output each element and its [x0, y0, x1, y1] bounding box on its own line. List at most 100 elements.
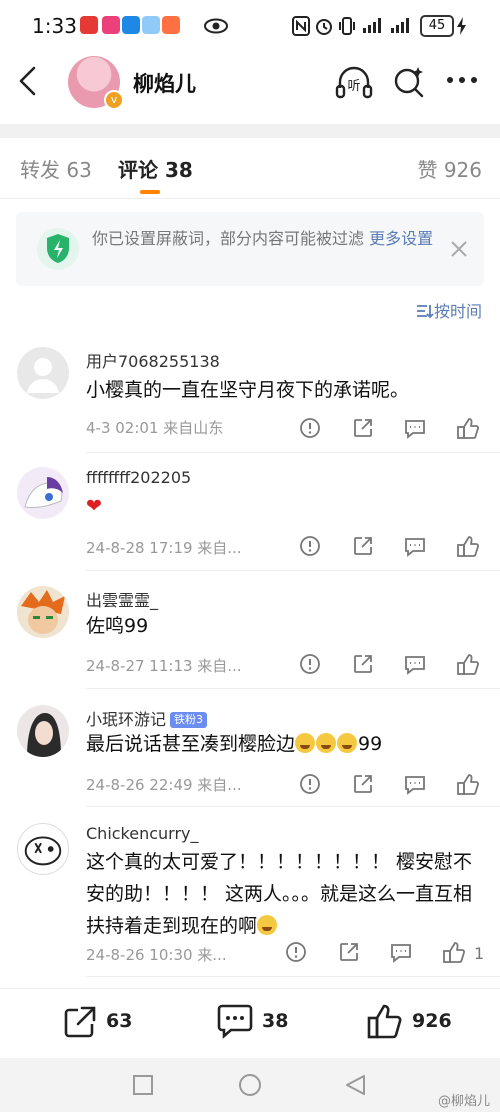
vibrate-icon: [339, 17, 355, 35]
comment-text: 小樱真的一直在坚守月夜下的承诺呢。: [86, 379, 410, 401]
comment-username[interactable]: 小珉环游记: [86, 710, 166, 729]
reply-icon[interactable]: [403, 534, 427, 558]
comment-text: 这个真的太可爱了！！！！！！！！ 樱安慰不安的助！！！！ 这两人。。。就是这么一…: [86, 851, 473, 937]
comment-divider: [86, 976, 500, 977]
comment-divider: [86, 452, 500, 453]
tab-likes[interactable]: 赞 926: [417, 154, 482, 183]
post-preview-strip: [0, 124, 500, 138]
back-arrow-icon[interactable]: [16, 66, 40, 96]
verified-badge-icon: v: [104, 90, 124, 110]
share-icon[interactable]: [351, 416, 375, 440]
like-icon[interactable]: [366, 1002, 404, 1040]
signal-icon: [391, 18, 409, 33]
filter-notice-text: 你已设置屏蔽词，部分内容可能被过滤 更多设置: [92, 229, 434, 248]
reply-icon[interactable]: [403, 652, 427, 676]
comment-text: 佐鸣99: [86, 615, 149, 637]
comment-like-icon[interactable]: [456, 652, 480, 676]
comment-icon[interactable]: [216, 1002, 254, 1040]
nfc-icon: [292, 16, 310, 36]
comment-username[interactable]: 用户7068255138: [86, 348, 220, 372]
listen-label: 听: [347, 79, 360, 94]
ai-search-icon[interactable]: [392, 64, 426, 98]
status-bar: 1:33 45: [0, 0, 500, 52]
comment-text: ❤: [86, 495, 102, 517]
photo-avatar-icon: [27, 713, 61, 757]
comment-avatar[interactable]: [17, 586, 69, 638]
app-notification-icon: [142, 16, 160, 34]
status-time: 1:33: [32, 14, 77, 38]
watermark: @柳焰儿: [437, 1094, 490, 1109]
comment-like-icon[interactable]: [442, 940, 466, 964]
reply-icon[interactable]: [389, 940, 413, 964]
app-notification-icon: [102, 16, 120, 34]
repost-icon[interactable]: [62, 1004, 98, 1040]
share-icon[interactable]: [351, 534, 375, 558]
comment-text: 最后说话甚至凑到樱脸边 99: [86, 733, 383, 755]
active-tab-indicator: [140, 190, 160, 194]
back-icon[interactable]: [344, 1074, 366, 1096]
crying-emoji-icon: [257, 915, 278, 935]
listen-headphones-icon[interactable]: 听: [334, 62, 374, 102]
comment-avatar[interactable]: [17, 467, 69, 519]
home-icon[interactable]: [238, 1073, 262, 1097]
pony-avatar-icon: [24, 477, 63, 508]
sort-by-time-button[interactable]: 按时间: [416, 298, 482, 322]
app-notification-icon: [80, 16, 98, 34]
more-settings-link[interactable]: 更多设置: [369, 229, 433, 248]
reply-icon[interactable]: [403, 416, 427, 440]
app-notification-icon: [162, 16, 180, 34]
comment-like-count: 1: [474, 944, 485, 963]
reply-icon[interactable]: [403, 772, 427, 796]
comment-meta: 24-8-27 11:13 来自...: [86, 657, 242, 675]
comment-avatar[interactable]: [17, 705, 69, 757]
doodle-avatar-icon: [24, 836, 62, 866]
crying-emoji-icon: [295, 733, 316, 753]
charging-icon: [457, 17, 466, 35]
share-icon[interactable]: [337, 940, 361, 964]
crying-emoji-icon: [337, 733, 358, 753]
default-avatar-icon: [27, 358, 59, 393]
comment-username[interactable]: 出雲霊霊_: [86, 587, 158, 611]
sort-icon: [416, 305, 434, 319]
report-icon[interactable]: [298, 534, 322, 558]
comment-username-row: 小珉环游记 铁粉3: [86, 706, 208, 730]
comment-username[interactable]: ffffffff202205: [86, 468, 191, 487]
comment-count[interactable]: 38: [262, 1010, 288, 1032]
report-icon[interactable]: [298, 416, 322, 440]
alarm-icon: [316, 19, 332, 35]
like-count[interactable]: 926: [412, 1010, 452, 1032]
crying-emoji-icon: [316, 733, 337, 753]
app-notification-icon: [122, 16, 140, 34]
comment-avatar[interactable]: [17, 823, 69, 875]
close-icon[interactable]: [450, 240, 468, 258]
report-icon[interactable]: [298, 652, 322, 676]
comment-like-icon[interactable]: [456, 416, 480, 440]
share-icon[interactable]: [351, 772, 375, 796]
report-icon[interactable]: [284, 940, 308, 964]
eye-icon: [204, 18, 228, 34]
comment-divider: [86, 570, 500, 571]
share-icon[interactable]: [351, 652, 375, 676]
comment-like-icon[interactable]: [456, 772, 480, 796]
repost-count[interactable]: 63: [106, 1010, 132, 1032]
more-options-icon[interactable]: [446, 76, 478, 84]
battery-indicator: 45: [420, 15, 454, 37]
comment-meta: 4-3 02:01 来自山东: [86, 419, 224, 437]
comment-meta: 24-8-28 17:19 来自...: [86, 539, 242, 557]
signal-icon: [363, 18, 381, 33]
comment-divider: [86, 688, 500, 689]
comment-avatar[interactable]: [17, 347, 69, 399]
author-name[interactable]: 柳焰儿: [133, 68, 196, 98]
fan-level-badge: 铁粉3: [170, 712, 208, 728]
anime-avatar-icon: [21, 590, 65, 634]
comment-like-icon[interactable]: [456, 534, 480, 558]
shield-icon: [37, 228, 79, 270]
comment-meta: 24-8-26 22:49 来自...: [86, 776, 242, 794]
tab-comments[interactable]: 评论 38: [118, 154, 193, 183]
tabs-divider: [0, 198, 500, 199]
comment-meta: 24-8-26 10:30 来...: [86, 946, 227, 964]
comment-username[interactable]: Chickencurry_: [86, 824, 199, 843]
report-icon[interactable]: [298, 772, 322, 796]
tab-reposts[interactable]: 转发 63: [20, 154, 92, 183]
recent-apps-icon[interactable]: [132, 1074, 154, 1096]
